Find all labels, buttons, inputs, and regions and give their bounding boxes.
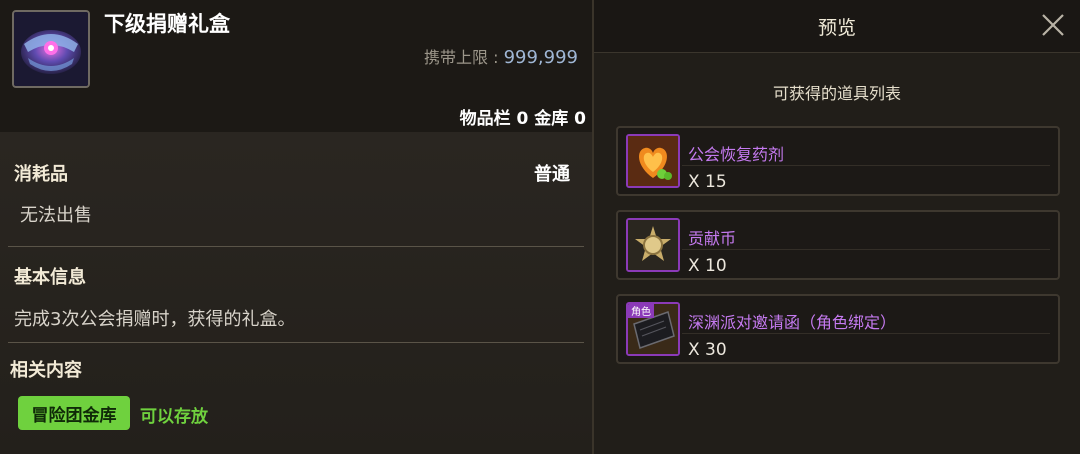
divider [8, 246, 584, 247]
guild-potion-icon [626, 134, 680, 188]
storable-status: 可以存放 [140, 407, 208, 427]
divider [682, 165, 1050, 166]
related-title: 相关内容 [10, 360, 82, 381]
gift-box-icon [12, 10, 90, 88]
item-header: 下级捐赠礼盒 携带上限 : 999,999 物品栏 0 金库 0 [0, 0, 592, 132]
basic-info-title: 基本信息 [14, 267, 86, 288]
reward-item[interactable]: 角色 深渊派对邀请函（角色绑定） X 30 [616, 294, 1060, 364]
sell-status: 无法出售 [20, 205, 92, 226]
contribution-coin-icon [626, 218, 680, 272]
reward-badge: 角色 [631, 305, 651, 318]
close-icon [1042, 14, 1064, 36]
adventure-vault-tag[interactable]: 冒险团金库 [18, 396, 130, 430]
item-detail-panel: 下级捐赠礼盒 携带上限 : 999,999 物品栏 0 金库 0 消耗品 普通 … [0, 0, 594, 454]
inventory-count: 物品栏 0 金库 0 [459, 109, 586, 129]
preview-title: 预览 [817, 17, 856, 39]
carry-limit-label: 携带上限 : [423, 48, 504, 67]
reward-name: 贡献币 [688, 229, 737, 248]
divider [8, 342, 584, 343]
preview-panel: 预览 可获得的道具列表 公会恢复药剂 X 15 贡献币 X 10 角色 深渊派对… [594, 0, 1080, 454]
close-button[interactable] [1038, 10, 1068, 40]
reward-list-caption: 可获得的道具列表 [772, 84, 901, 103]
basic-info-text: 完成3次公会捐赠时，获得的礼盒。 [14, 309, 296, 330]
reward-quantity: X 30 [688, 340, 727, 360]
item-category: 消耗品 [14, 164, 68, 185]
reward-item[interactable]: 公会恢复药剂 X 15 [616, 126, 1060, 196]
reward-name: 深渊派对邀请函（角色绑定） [688, 313, 897, 332]
divider [682, 333, 1050, 334]
item-title: 下级捐赠礼盒 [104, 12, 230, 36]
reward-name: 公会恢复药剂 [688, 145, 785, 164]
preview-header: 预览 [594, 0, 1080, 53]
carry-limit: 携带上限 : 999,999 [424, 44, 578, 68]
reward-quantity: X 10 [688, 256, 727, 276]
carry-limit-value: 999,999 [503, 47, 578, 68]
divider [682, 249, 1050, 250]
item-grade: 普通 [534, 164, 570, 185]
abyss-invitation-icon: 角色 [626, 302, 680, 356]
reward-quantity: X 15 [688, 172, 727, 192]
reward-item[interactable]: 贡献币 X 10 [616, 210, 1060, 280]
